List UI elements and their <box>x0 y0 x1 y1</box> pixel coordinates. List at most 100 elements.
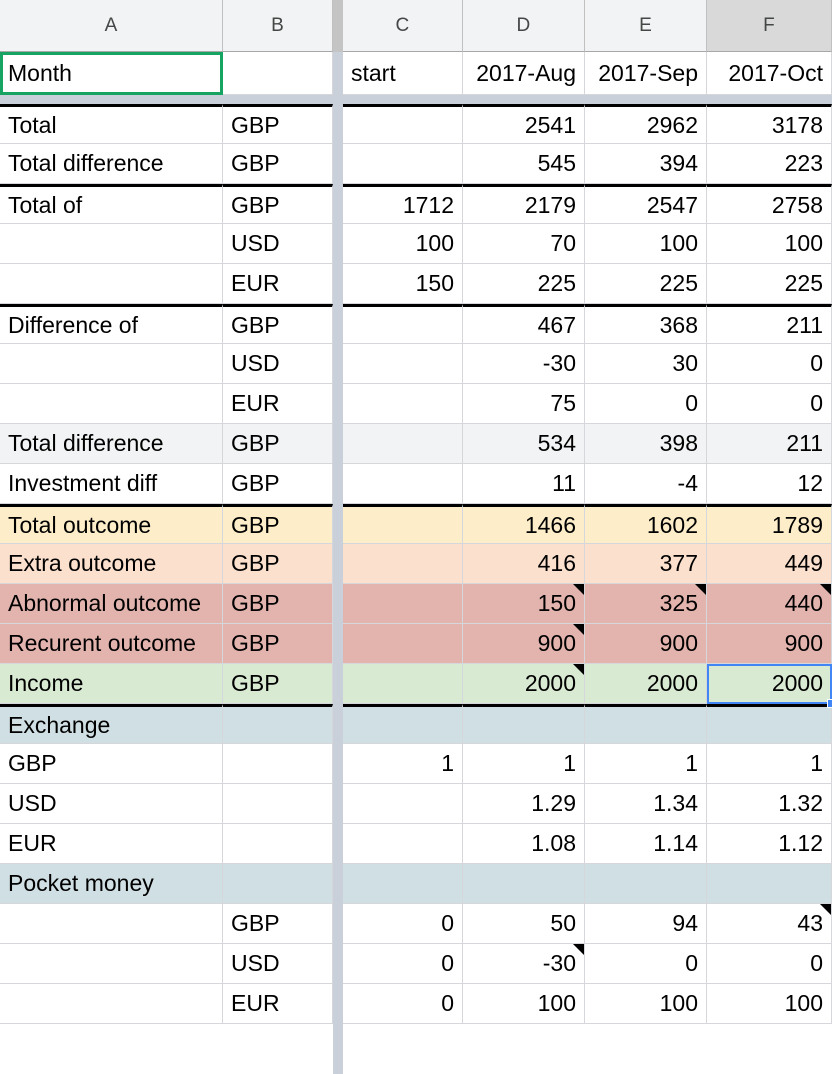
cell-A20[interactable]: EUR <box>0 824 223 864</box>
cell-E16[interactable]: 2000 <box>585 664 707 704</box>
cell-E5[interactable]: 100 <box>585 224 707 264</box>
cell-E21[interactable] <box>585 864 707 904</box>
cell-F11[interactable]: 12 <box>707 464 832 504</box>
cell-A2[interactable]: Total <box>0 104 223 144</box>
cell-C18[interactable]: 1 <box>343 744 463 784</box>
note-indicator-icon[interactable] <box>573 584 584 595</box>
cell-F15[interactable]: 900 <box>707 624 832 664</box>
cell-C13[interactable] <box>343 544 463 584</box>
cell-A5[interactable] <box>0 224 223 264</box>
cell-E17[interactable] <box>585 704 707 744</box>
cell-F20[interactable]: 1.12 <box>707 824 832 864</box>
cell-A21[interactable]: Pocket money <box>0 864 223 904</box>
cell-D23[interactable]: -30 <box>463 944 585 984</box>
table-row[interactable]: Extra outcome GBP 416 377 449 <box>0 544 832 584</box>
cell-F3[interactable]: 223 <box>707 144 832 184</box>
cell-D9[interactable]: 75 <box>463 384 585 424</box>
cell-F9[interactable]: 0 <box>707 384 832 424</box>
cell-C16[interactable] <box>343 664 463 704</box>
cell-A9[interactable] <box>0 384 223 424</box>
table-row[interactable]: Income GBP 2000 2000 2000 <box>0 664 832 704</box>
cell-F8[interactable]: 0 <box>707 344 832 384</box>
cell-A8[interactable] <box>0 344 223 384</box>
cell-D12[interactable]: 1466 <box>463 504 585 544</box>
cell-A22[interactable] <box>0 904 223 944</box>
cell-E1[interactable]: 2017-Sep <box>585 52 707 95</box>
table-row[interactable]: GBP 0 50 94 43 <box>0 904 832 944</box>
cell-A18[interactable]: GBP <box>0 744 223 784</box>
cell-E12[interactable]: 1602 <box>585 504 707 544</box>
cell-E10[interactable]: 398 <box>585 424 707 464</box>
cell-E11[interactable]: -4 <box>585 464 707 504</box>
cell-F14[interactable]: 440 <box>707 584 832 624</box>
cell-E3[interactable]: 394 <box>585 144 707 184</box>
table-row[interactable]: EUR 150 225 225 225 <box>0 264 832 304</box>
cell-E15[interactable]: 900 <box>585 624 707 664</box>
cell-E6[interactable]: 225 <box>585 264 707 304</box>
cell-A24[interactable] <box>0 984 223 1024</box>
cell-F7[interactable]: 211 <box>707 304 832 344</box>
cell-B17[interactable] <box>223 704 333 744</box>
cell-C7[interactable] <box>343 304 463 344</box>
table-row[interactable]: Abnormal outcome GBP 150 325 440 <box>0 584 832 624</box>
cell-B5[interactable]: USD <box>223 224 333 264</box>
cell-B4[interactable]: GBP <box>223 184 333 224</box>
cell-D14[interactable]: 150 <box>463 584 585 624</box>
cell-D2[interactable]: 2541 <box>463 104 585 144</box>
cell-B23[interactable]: USD <box>223 944 333 984</box>
cell-A4[interactable]: Total of <box>0 184 223 224</box>
table-row[interactable]: USD 1.29 1.34 1.32 <box>0 784 832 824</box>
cell-D11[interactable]: 11 <box>463 464 585 504</box>
cell-E14[interactable]: 325 <box>585 584 707 624</box>
cell-F13[interactable]: 449 <box>707 544 832 584</box>
cell-C5[interactable]: 100 <box>343 224 463 264</box>
cell-C21[interactable] <box>343 864 463 904</box>
cell-A23[interactable] <box>0 944 223 984</box>
cell-D1[interactable]: 2017-Aug <box>463 52 585 95</box>
column-header-a[interactable]: A <box>0 0 223 52</box>
column-header-f[interactable]: F <box>707 0 832 52</box>
cell-B22[interactable]: GBP <box>223 904 333 944</box>
cell-E9[interactable]: 0 <box>585 384 707 424</box>
table-row[interactable]: Total difference GBP 534 398 211 <box>0 424 832 464</box>
note-indicator-icon[interactable] <box>573 664 584 675</box>
cell-C6[interactable]: 150 <box>343 264 463 304</box>
table-row[interactable]: Total GBP 2541 2962 3178 <box>0 104 832 144</box>
cell-C14[interactable] <box>343 584 463 624</box>
cell-A12[interactable]: Total outcome <box>0 504 223 544</box>
cell-B11[interactable]: GBP <box>223 464 333 504</box>
cell-B16[interactable]: GBP <box>223 664 333 704</box>
cell-C1[interactable]: start <box>343 52 463 95</box>
cell-B3[interactable]: GBP <box>223 144 333 184</box>
cell-C19[interactable] <box>343 784 463 824</box>
cell-B14[interactable]: GBP <box>223 584 333 624</box>
cell-D19[interactable]: 1.29 <box>463 784 585 824</box>
cell-C15[interactable] <box>343 624 463 664</box>
column-header-c[interactable]: C <box>343 0 463 52</box>
cell-B24[interactable]: EUR <box>223 984 333 1024</box>
cell-F22[interactable]: 43 <box>707 904 832 944</box>
table-row[interactable]: Exchange <box>0 704 832 744</box>
cell-E4[interactable]: 2547 <box>585 184 707 224</box>
table-row[interactable]: Recurent outcome GBP 900 900 900 <box>0 624 832 664</box>
cell-F18[interactable]: 1 <box>707 744 832 784</box>
cell-D16[interactable]: 2000 <box>463 664 585 704</box>
note-indicator-icon[interactable] <box>573 624 584 635</box>
cell-C9[interactable] <box>343 384 463 424</box>
cell-D17[interactable] <box>463 704 585 744</box>
table-row[interactable]: Pocket money <box>0 864 832 904</box>
table-row[interactable]: Investment diff GBP 11 -4 12 <box>0 464 832 504</box>
table-row[interactable]: Month start 2017-Aug 2017-Sep 2017-Oct <box>0 52 832 95</box>
table-row[interactable]: EUR 0 100 100 100 <box>0 984 832 1024</box>
cell-A6[interactable] <box>0 264 223 304</box>
note-indicator-icon[interactable] <box>820 584 831 595</box>
cell-B13[interactable]: GBP <box>223 544 333 584</box>
column-header-b[interactable]: B <box>223 0 333 52</box>
cell-E23[interactable]: 0 <box>585 944 707 984</box>
cell-C2[interactable] <box>343 104 463 144</box>
table-row[interactable]: Difference of GBP 467 368 211 <box>0 304 832 344</box>
cell-F24[interactable]: 100 <box>707 984 832 1024</box>
cell-C10[interactable] <box>343 424 463 464</box>
cell-A17[interactable]: Exchange <box>0 704 223 744</box>
spreadsheet-grid[interactable]: A B C D E F Month start 2017-Aug 2017-Sep 2017-Oct… <box>0 0 832 1074</box>
